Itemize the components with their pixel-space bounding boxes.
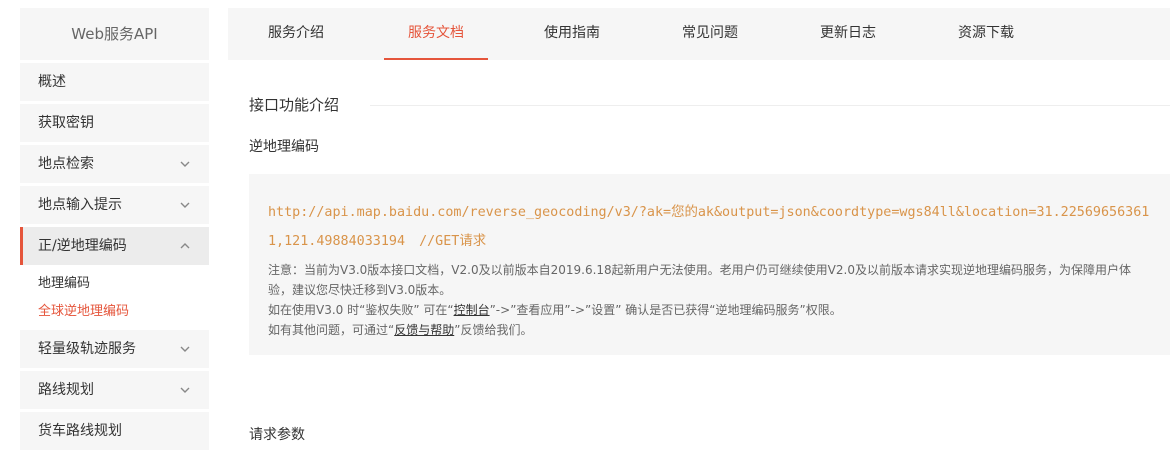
note-version: 注意：当前为V3.0版本接口文档，V2.0及以前版本自2019.6.18起新用户… xyxy=(268,263,1131,297)
sidebar: Web服务API 概述 获取密钥 地点检索 地点输入提示 正/逆地理编码 地理编… xyxy=(20,8,209,453)
sidebar-item-label: 正/逆地理编码 xyxy=(38,238,127,254)
sidebar-item-label: 地点检索 xyxy=(38,156,94,172)
tab-faq[interactable]: 常见问题 xyxy=(662,8,758,60)
chevron-down-icon xyxy=(179,330,191,368)
request-url[interactable]: http://api.map.baidu.com/reverse_geocodi… xyxy=(268,205,1149,249)
code-block: http://api.map.baidu.com/reverse_geocodi… xyxy=(249,174,1170,355)
console-link[interactable]: 控制台 xyxy=(454,303,490,317)
sidebar-item-get-key[interactable]: 获取密钥 xyxy=(20,104,209,145)
sidebar-item-track-service[interactable]: 轻量级轨迹服务 xyxy=(20,330,209,371)
note-text: 如在使用V3.0 时“鉴权失败” 可在“ xyxy=(268,303,454,317)
sidebar-item-label: 获取密钥 xyxy=(38,115,94,131)
top-tab-bar: 服务介绍 服务文档 使用指南 常见问题 更新日志 资源下载 xyxy=(228,8,1170,60)
chevron-down-icon xyxy=(179,145,191,183)
feedback-link[interactable]: 反馈与帮助 xyxy=(394,323,454,337)
sidebar-item-overview[interactable]: 概述 xyxy=(20,63,209,104)
request-params-title: 请求参数 xyxy=(249,427,305,443)
request-url-line: http://api.map.baidu.com/reverse_geocodi… xyxy=(268,198,1152,256)
sidebar-item-label: 概述 xyxy=(38,74,66,90)
sidebar-item-geocoding[interactable]: 正/逆地理编码 xyxy=(20,227,209,268)
note-feedback: 如有其他问题，可通过“反馈与帮助”反馈给我们。 xyxy=(268,320,1152,340)
chevron-down-icon xyxy=(179,371,191,409)
section-title: 接口功能介绍 xyxy=(249,94,360,115)
sidebar-item-label: 地点输入提示 xyxy=(38,197,122,213)
sidebar-item-label: 路线规划 xyxy=(38,382,94,398)
tab-service-intro[interactable]: 服务介绍 xyxy=(248,8,344,60)
sidebar-item-route-planning[interactable]: 路线规划 xyxy=(20,371,209,412)
sidebar-title: Web服务API xyxy=(20,8,209,63)
sidebar-item-truck-route[interactable]: 货车路线规划 xyxy=(20,412,209,453)
section-divider xyxy=(370,105,1170,106)
note-text: ”->”查看应用”->”设置” 确认是否已获得“逆地理编码服务”权限。 xyxy=(489,303,842,317)
tab-usage-guide[interactable]: 使用指南 xyxy=(524,8,620,60)
note-text: 如有其他问题，可通过“ xyxy=(268,323,395,337)
sidebar-item-place-search[interactable]: 地点检索 xyxy=(20,145,209,186)
note-auth: 如在使用V3.0 时“鉴权失败” 可在“控制台”->”查看应用”->”设置” 确… xyxy=(268,300,1152,320)
tab-downloads[interactable]: 资源下载 xyxy=(938,8,1034,60)
api-subtitle: 逆地理编码 xyxy=(249,139,319,155)
chevron-up-icon xyxy=(179,227,191,265)
code-comment: //GET请求 xyxy=(419,234,487,249)
tab-service-docs[interactable]: 服务文档 xyxy=(384,8,488,60)
sidebar-subitem-geocoding[interactable]: 地理编码 xyxy=(20,270,209,298)
note-text: ”反馈给我们。 xyxy=(454,323,533,337)
sidebar-item-place-suggestion[interactable]: 地点输入提示 xyxy=(20,186,209,227)
sidebar-item-label: 轻量级轨迹服务 xyxy=(38,341,136,357)
sidebar-subitem-global-reverse-geocoding[interactable]: 全球逆地理编码 xyxy=(20,298,209,326)
sidebar-item-label: 货车路线规划 xyxy=(38,423,122,439)
chevron-down-icon xyxy=(179,186,191,224)
sidebar-submenu: 地理编码 全球逆地理编码 xyxy=(20,268,209,330)
notes: 注意：当前为V3.0版本接口文档，V2.0及以前版本自2019.6.18起新用户… xyxy=(268,260,1152,340)
tab-changelog[interactable]: 更新日志 xyxy=(800,8,896,60)
